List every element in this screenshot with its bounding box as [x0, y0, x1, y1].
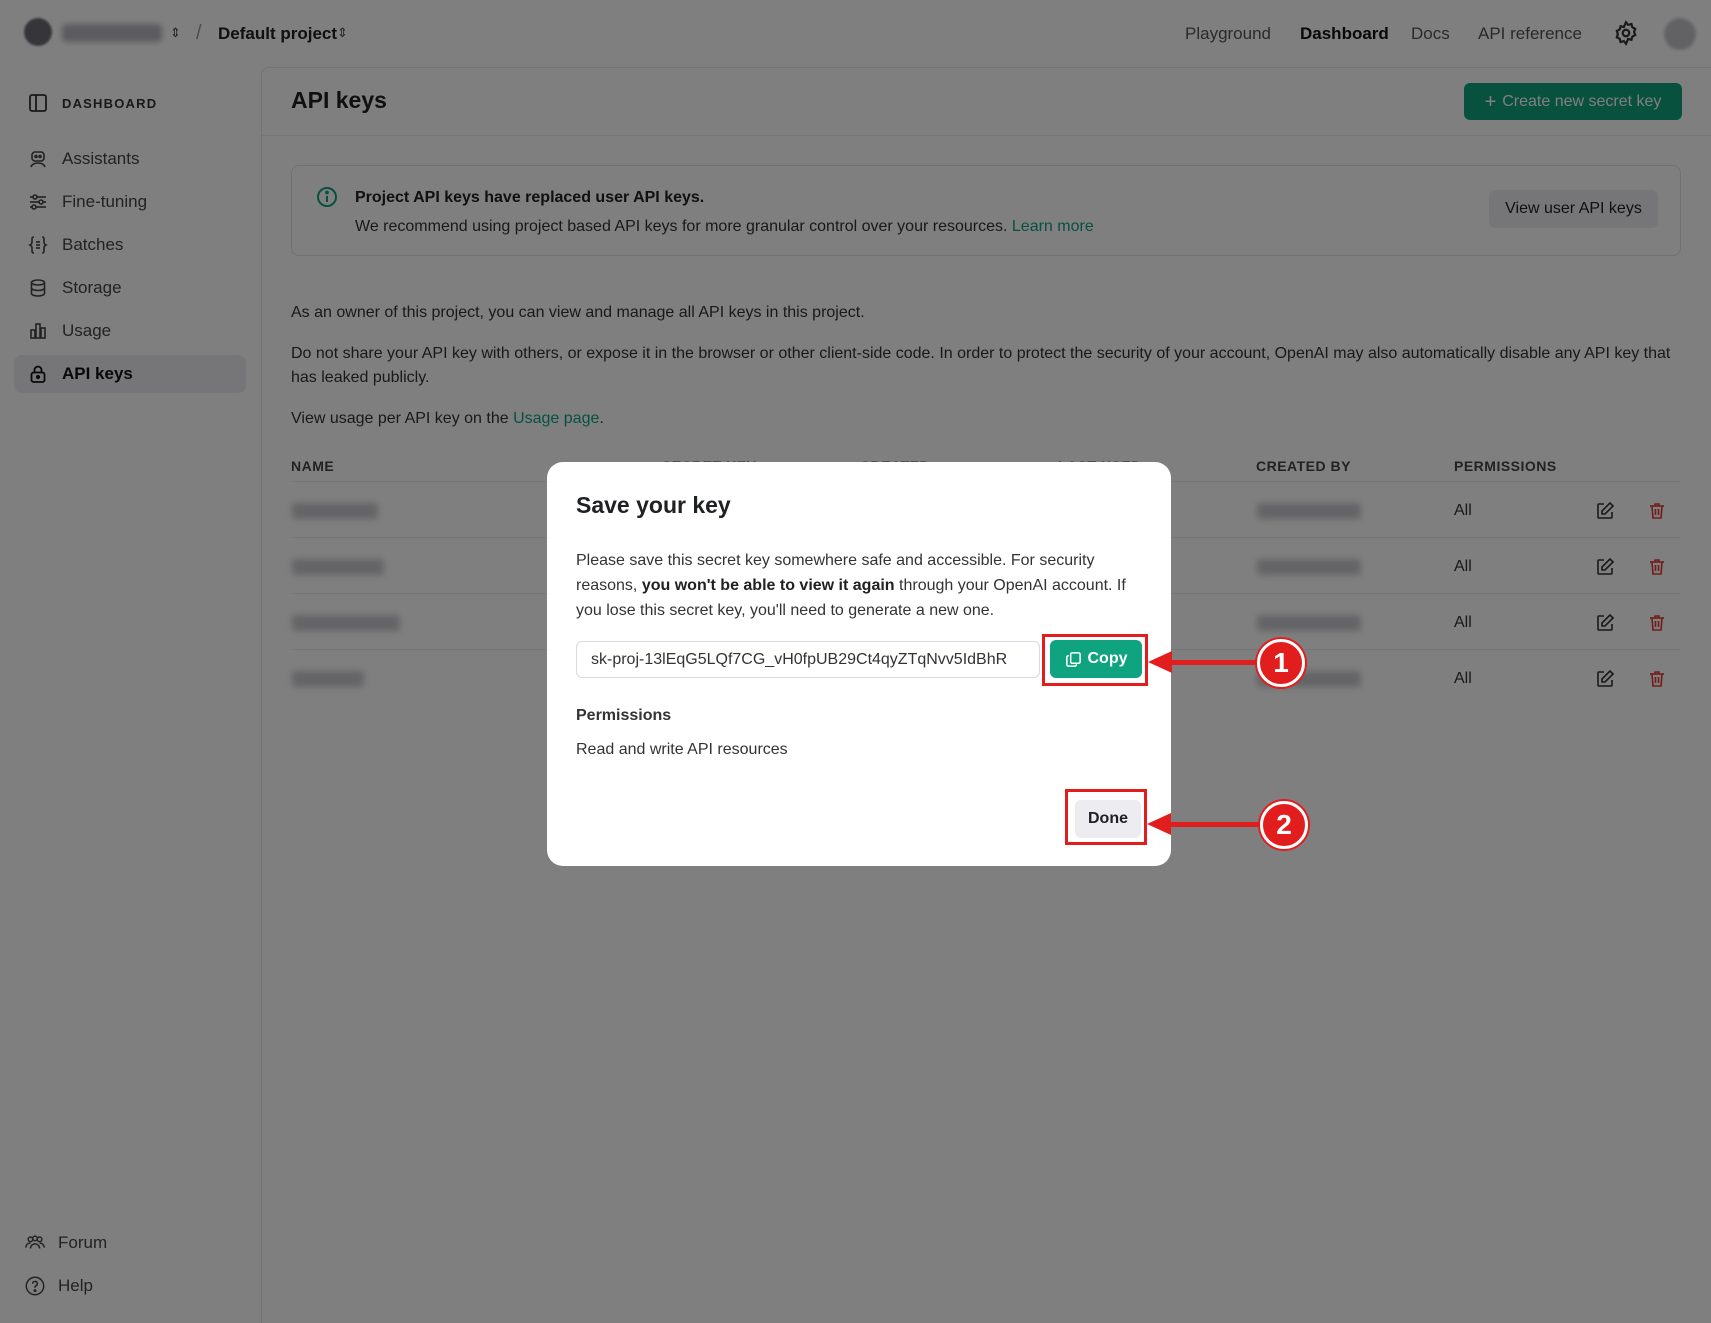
highlight-done-button [1065, 789, 1147, 845]
dialog-desc-emphasis: you won't be able to view it again [641, 577, 895, 594]
arrow-line [1170, 660, 1260, 665]
secret-key-field[interactable] [576, 641, 1040, 678]
highlight-copy-button [1042, 634, 1148, 686]
dialog-title: Save your key [576, 492, 731, 518]
arrow-head [1147, 813, 1171, 835]
permissions-value: Read and write API resources [576, 741, 788, 758]
step-badge-1: 1 [1257, 639, 1305, 687]
step-badge-2: 2 [1260, 801, 1308, 849]
arrow-line [1169, 822, 1262, 827]
dialog-description: Please save this secret key somewhere sa… [576, 548, 1146, 623]
permissions-label: Permissions [576, 707, 672, 724]
arrow-head [1148, 651, 1172, 673]
